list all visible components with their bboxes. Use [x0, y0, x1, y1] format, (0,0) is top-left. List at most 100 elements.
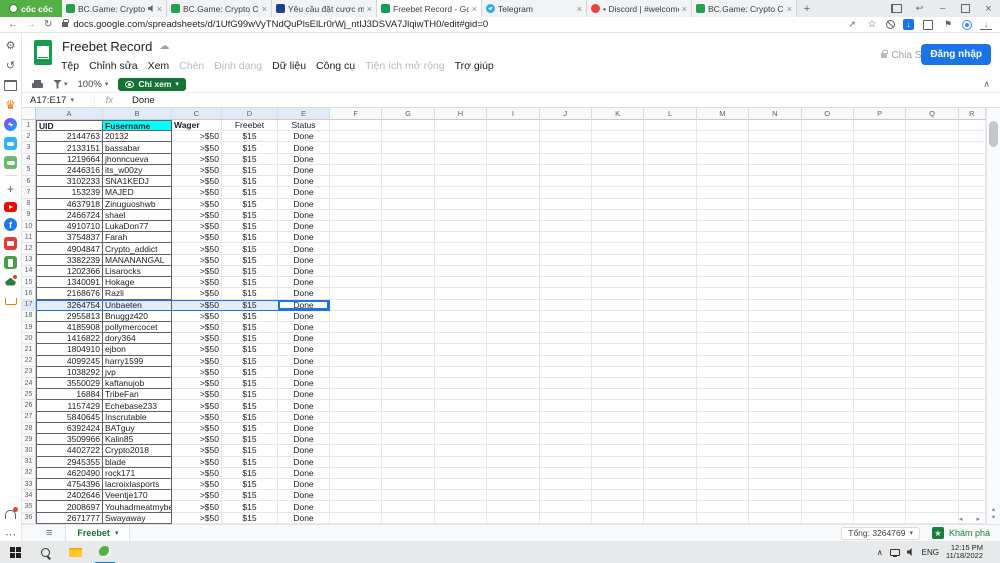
cell-G22[interactable] [382, 356, 434, 367]
cell-F2[interactable] [330, 131, 382, 142]
cell-Q34[interactable] [906, 490, 958, 501]
cell-R34[interactable] [959, 490, 986, 501]
forward-icon[interactable]: → [26, 19, 36, 30]
cell-Q33[interactable] [906, 479, 958, 490]
cell-I3[interactable] [487, 142, 539, 153]
cell-Q22[interactable] [906, 356, 958, 367]
cell-N36[interactable] [749, 513, 801, 524]
cell-H5[interactable] [435, 165, 487, 176]
cell-J33[interactable] [540, 479, 592, 490]
cell-O26[interactable] [802, 400, 854, 411]
cell-F15[interactable] [330, 277, 382, 288]
cell-Q31[interactable] [906, 457, 958, 468]
cell-M25[interactable] [697, 389, 749, 400]
cell-P2[interactable] [854, 131, 906, 142]
cell-E28[interactable]: Done [278, 423, 330, 434]
cell-P4[interactable] [854, 154, 906, 165]
column-header-A[interactable]: A [36, 108, 103, 120]
cell-R8[interactable] [959, 199, 986, 210]
cell-D28[interactable]: $15 [222, 423, 278, 434]
cell-N1[interactable] [749, 120, 801, 131]
cell-D31[interactable]: $15 [222, 457, 278, 468]
split-view-icon[interactable] [885, 0, 908, 17]
cell-H14[interactable] [435, 266, 487, 277]
cell-A12[interactable]: 4904847 [36, 243, 103, 254]
cell-M34[interactable] [697, 490, 749, 501]
cell-L35[interactable] [644, 501, 696, 512]
cell-E11[interactable]: Done [278, 232, 330, 243]
row-header-35[interactable]: 35 [22, 501, 36, 512]
cell-A35[interactable]: 2008697 [36, 501, 103, 512]
cell-J5[interactable] [540, 165, 592, 176]
maximize-icon[interactable] [954, 0, 977, 17]
cell-G5[interactable] [382, 165, 434, 176]
cell-O4[interactable] [802, 154, 854, 165]
cell-N26[interactable] [749, 400, 801, 411]
cell-C28[interactable]: >$50 [172, 423, 222, 434]
column-header-J[interactable]: J [540, 108, 592, 120]
cell-B22[interactable]: harry1599 [103, 356, 172, 367]
cell-I6[interactable] [487, 176, 539, 187]
cell-Q12[interactable] [906, 243, 958, 254]
menu-item[interactable]: Chỉnh sửa [89, 60, 137, 72]
zalo-icon[interactable] [4, 137, 17, 150]
cell-O21[interactable] [802, 344, 854, 355]
cell-A2[interactable]: 2144763 [36, 131, 103, 142]
cell-L36[interactable] [644, 513, 696, 524]
cell-Q10[interactable] [906, 221, 958, 232]
cell-O8[interactable] [802, 199, 854, 210]
cell-E22[interactable]: Done [278, 356, 330, 367]
cell-J2[interactable] [540, 131, 592, 142]
cell-C29[interactable]: >$50 [172, 434, 222, 445]
cell-A16[interactable]: 2168676 [36, 288, 103, 299]
cell-A7[interactable]: 153239 [36, 187, 103, 198]
cell-F19[interactable] [330, 322, 382, 333]
cell-F32[interactable] [330, 468, 382, 479]
cell-C9[interactable]: >$50 [172, 210, 222, 221]
cell-P26[interactable] [854, 400, 906, 411]
cell-N23[interactable] [749, 367, 801, 378]
cell-N7[interactable] [749, 187, 801, 198]
cell-P30[interactable] [854, 445, 906, 456]
cell-H8[interactable] [435, 199, 487, 210]
cell-H17[interactable] [435, 300, 487, 311]
taskbar-clock[interactable]: 12:15 PM 11/18/2022 [946, 544, 983, 561]
cell-I22[interactable] [487, 356, 539, 367]
cell-H28[interactable] [435, 423, 487, 434]
cell-B25[interactable]: TribeFan [103, 389, 172, 400]
cell-J25[interactable] [540, 389, 592, 400]
cell-A14[interactable]: 1202366 [36, 266, 103, 277]
speaker-icon[interactable] [907, 548, 915, 556]
cell-M36[interactable] [697, 513, 749, 524]
column-header-R[interactable]: R [959, 108, 986, 120]
cell-P18[interactable] [854, 311, 906, 322]
cell-L17[interactable] [644, 300, 696, 311]
cell-F30[interactable] [330, 445, 382, 456]
cell-O15[interactable] [802, 277, 854, 288]
cell-K23[interactable] [592, 367, 644, 378]
cell-K28[interactable] [592, 423, 644, 434]
cell-G9[interactable] [382, 210, 434, 221]
cell-E1[interactable]: Status [278, 120, 330, 131]
cell-B3[interactable]: bassabar [103, 142, 172, 153]
cell-P10[interactable] [854, 221, 906, 232]
cell-R26[interactable] [959, 400, 986, 411]
cell-M17[interactable] [697, 300, 749, 311]
row-header-14[interactable]: 14 [22, 266, 36, 277]
cell-R14[interactable] [959, 266, 986, 277]
cell-L7[interactable] [644, 187, 696, 198]
menu-item[interactable]: Trợ giúp [455, 60, 494, 72]
cell-L19[interactable] [644, 322, 696, 333]
cell-M26[interactable] [697, 400, 749, 411]
cell-O10[interactable] [802, 221, 854, 232]
tab-close-icon[interactable]: × [367, 4, 372, 14]
cell-I9[interactable] [487, 210, 539, 221]
cell-K33[interactable] [592, 479, 644, 490]
cell-O11[interactable] [802, 232, 854, 243]
cell-A17[interactable]: 3264754 [36, 300, 103, 311]
cell-A21[interactable]: 1804910 [36, 344, 103, 355]
cell-O20[interactable] [802, 333, 854, 344]
cell-D18[interactable]: $15 [222, 311, 278, 322]
cell-D24[interactable]: $15 [222, 378, 278, 389]
cell-P16[interactable] [854, 288, 906, 299]
